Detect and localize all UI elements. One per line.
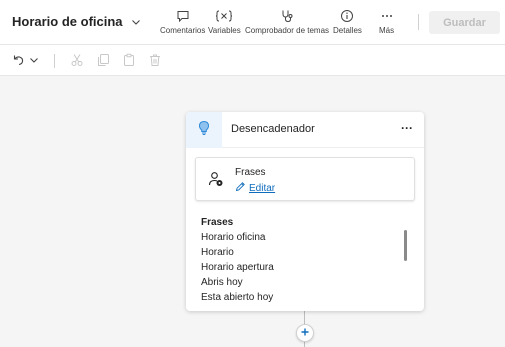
more-icon — [380, 8, 394, 24]
header: Horario de oficina Comentarios Variables — [0, 0, 505, 44]
undo-icon[interactable] — [11, 53, 25, 67]
list-item: Horario — [201, 247, 234, 258]
paste-icon[interactable] — [122, 53, 136, 67]
details-button[interactable]: Detalles — [333, 8, 362, 38]
topic-title-dropdown[interactable]: Horario de oficina — [12, 14, 141, 29]
trigger-more-options-icon[interactable]: ··· — [401, 121, 413, 135]
list-item: Esta abierto hoy — [201, 292, 274, 303]
more-label: Más — [379, 26, 395, 35]
editor-toolbar — [0, 44, 505, 76]
list-item: Horario apertura — [201, 262, 274, 273]
add-node-button[interactable] — [296, 324, 314, 342]
stethoscope-icon — [280, 8, 294, 24]
topic-checker-label: Comprobador de temas — [245, 26, 330, 35]
details-label: Detalles — [333, 26, 362, 35]
list-item: Horario oficina — [201, 232, 266, 243]
variables-icon — [214, 8, 234, 24]
info-icon — [340, 8, 354, 24]
header-divider — [418, 14, 419, 30]
toolbar-divider — [54, 54, 55, 68]
copy-icon[interactable] — [96, 53, 110, 67]
edit-phrases-label: Editar — [249, 182, 276, 194]
trigger-card[interactable]: Desencadenador ··· Frases Editar Frases — [186, 112, 424, 311]
edit-phrases-link[interactable]: Editar — [235, 181, 275, 195]
topic-title: Horario de oficina — [12, 14, 123, 29]
trigger-card-header: Desencadenador ··· — [186, 112, 424, 148]
chevron-down-icon[interactable] — [29, 55, 39, 65]
trigger-icon-box — [186, 112, 222, 148]
variables-label: Variables — [208, 26, 241, 35]
comments-button[interactable]: Comentarios — [160, 8, 205, 38]
lightbulb-icon — [197, 120, 211, 141]
chevron-down-icon — [131, 17, 141, 27]
save-button[interactable]: Guardar — [429, 11, 500, 34]
plus-icon — [300, 324, 310, 342]
list-item: Abris hoy — [201, 277, 243, 288]
variables-button[interactable]: Variables — [208, 8, 241, 38]
pencil-icon — [235, 181, 246, 195]
person-settings-icon — [208, 171, 224, 192]
phrases-scrollbar[interactable] — [404, 230, 407, 261]
phrases-box: Frases Editar — [195, 157, 415, 201]
comments-label: Comentarios — [160, 26, 206, 35]
more-button[interactable]: Más — [379, 8, 394, 38]
cut-icon[interactable] — [70, 53, 84, 67]
delete-icon[interactable] — [148, 53, 162, 67]
phrases-label: Frases — [235, 167, 266, 178]
comment-icon — [176, 8, 190, 24]
phrases-list-header: Frases — [201, 217, 234, 228]
topic-checker-button[interactable]: Comprobador de temas — [245, 8, 329, 38]
trigger-card-title: Desencadenador — [231, 123, 315, 135]
phrases-list: Frases Horario oficina Horario Horario a… — [201, 215, 401, 305]
